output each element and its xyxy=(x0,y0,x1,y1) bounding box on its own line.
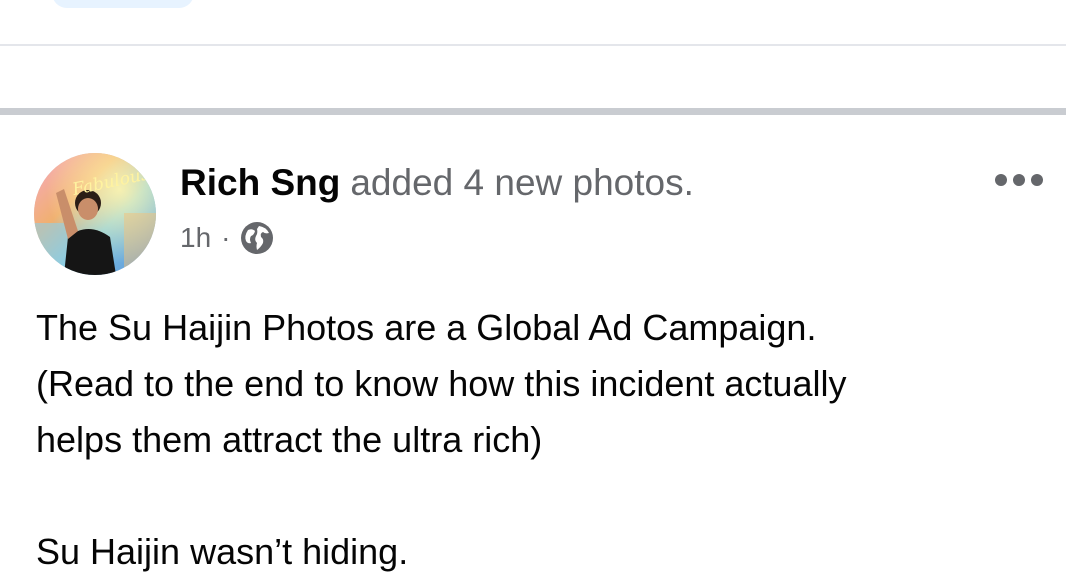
top-button-pill[interactable] xyxy=(52,0,194,8)
facebook-feed: Fabulous Rich Sng added 4 new photos. 1h … xyxy=(0,0,1066,578)
post-text-line-3: helps them attract the ultra rich) xyxy=(36,419,543,460)
avatar-image: Fabulous xyxy=(34,153,156,275)
meta-separator: · xyxy=(221,222,231,253)
post-meta: 1h · xyxy=(180,218,274,258)
post-text-line-1: The Su Haijin Photos are a Global Ad Cam… xyxy=(36,307,817,348)
author-name[interactable]: Rich Sng xyxy=(180,162,340,203)
post-text-paragraph-2: Su Haijin wasn’t hiding. xyxy=(36,531,409,572)
divider-thin xyxy=(0,44,1066,46)
more-options-icon xyxy=(995,174,1007,186)
post-text: The Su Haijin Photos are a Global Ad Cam… xyxy=(36,300,1036,578)
author-action: added 4 new photos. xyxy=(350,162,694,203)
feed-separator xyxy=(0,108,1066,115)
more-options-button[interactable] xyxy=(984,158,1054,202)
avatar[interactable]: Fabulous xyxy=(34,153,156,275)
post-text-line-2: (Read to the end to know how this incide… xyxy=(36,363,847,404)
globe-icon xyxy=(241,222,274,254)
author-line: Rich Sng added 4 new photos. xyxy=(180,158,694,216)
timestamp[interactable]: 1h xyxy=(180,222,211,254)
post-header: Fabulous Rich Sng added 4 new photos. 1h … xyxy=(0,150,1066,280)
